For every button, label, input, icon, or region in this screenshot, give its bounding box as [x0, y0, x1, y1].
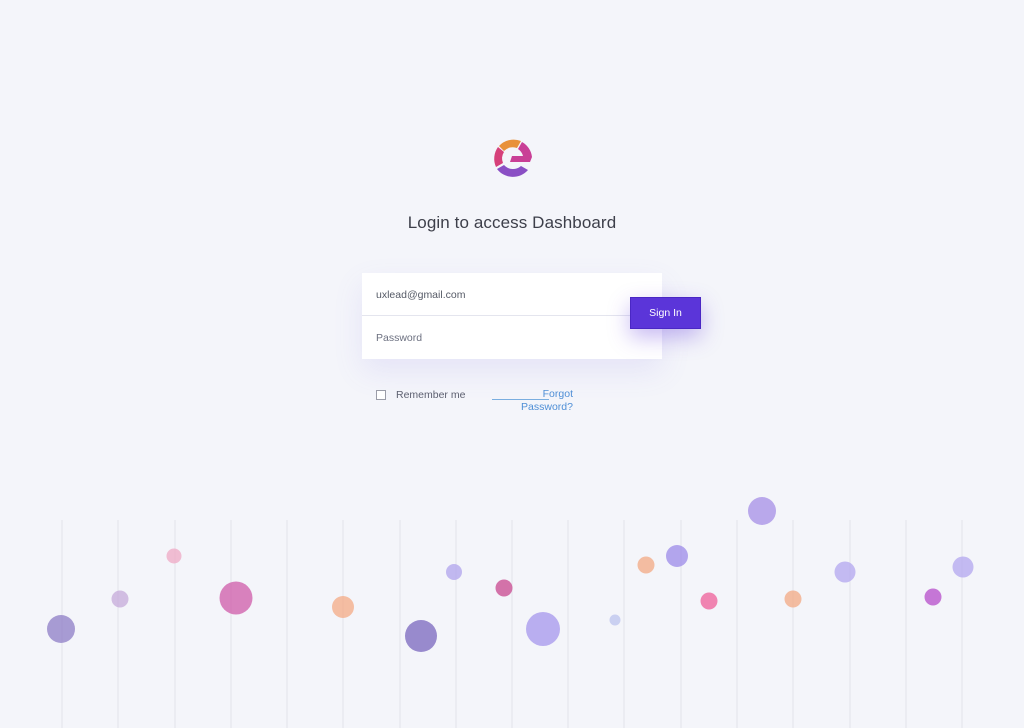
bubble — [47, 615, 75, 643]
bubble — [666, 545, 688, 567]
login-page: Login to access Dashboard Sign In Rememb… — [0, 0, 1024, 728]
remember-me-toggle[interactable]: Remember me — [376, 389, 465, 401]
page-title: Login to access Dashboard — [407, 213, 617, 232]
bubble — [637, 556, 655, 574]
brand-logo-icon — [494, 139, 532, 177]
bubble — [748, 497, 776, 525]
bubble — [834, 561, 856, 583]
bubble — [405, 620, 437, 652]
bubble — [609, 614, 621, 626]
field-divider — [362, 315, 662, 316]
login-form — [362, 273, 662, 359]
bubble — [526, 612, 560, 646]
bubble — [111, 590, 129, 608]
email-field[interactable] — [362, 274, 662, 316]
bubble — [784, 590, 802, 608]
vertical-grid-lines — [61, 520, 963, 728]
bubble — [924, 588, 942, 606]
password-field[interactable] — [362, 317, 662, 359]
decorative-bubble-background — [47, 497, 974, 728]
bubble — [332, 596, 354, 618]
forgot-password-link[interactable]: Forgot Password? — [492, 388, 573, 414]
bubble — [700, 592, 718, 610]
bubbles — [47, 497, 974, 652]
remember-me-label: Remember me — [396, 389, 466, 401]
sign-in-button[interactable]: Sign In — [630, 297, 701, 329]
bubble — [495, 579, 513, 597]
bubble — [166, 548, 182, 564]
remember-me-checkbox[interactable] — [376, 390, 386, 400]
bubble — [219, 581, 253, 615]
bubble — [446, 564, 462, 580]
bubble — [952, 556, 974, 578]
